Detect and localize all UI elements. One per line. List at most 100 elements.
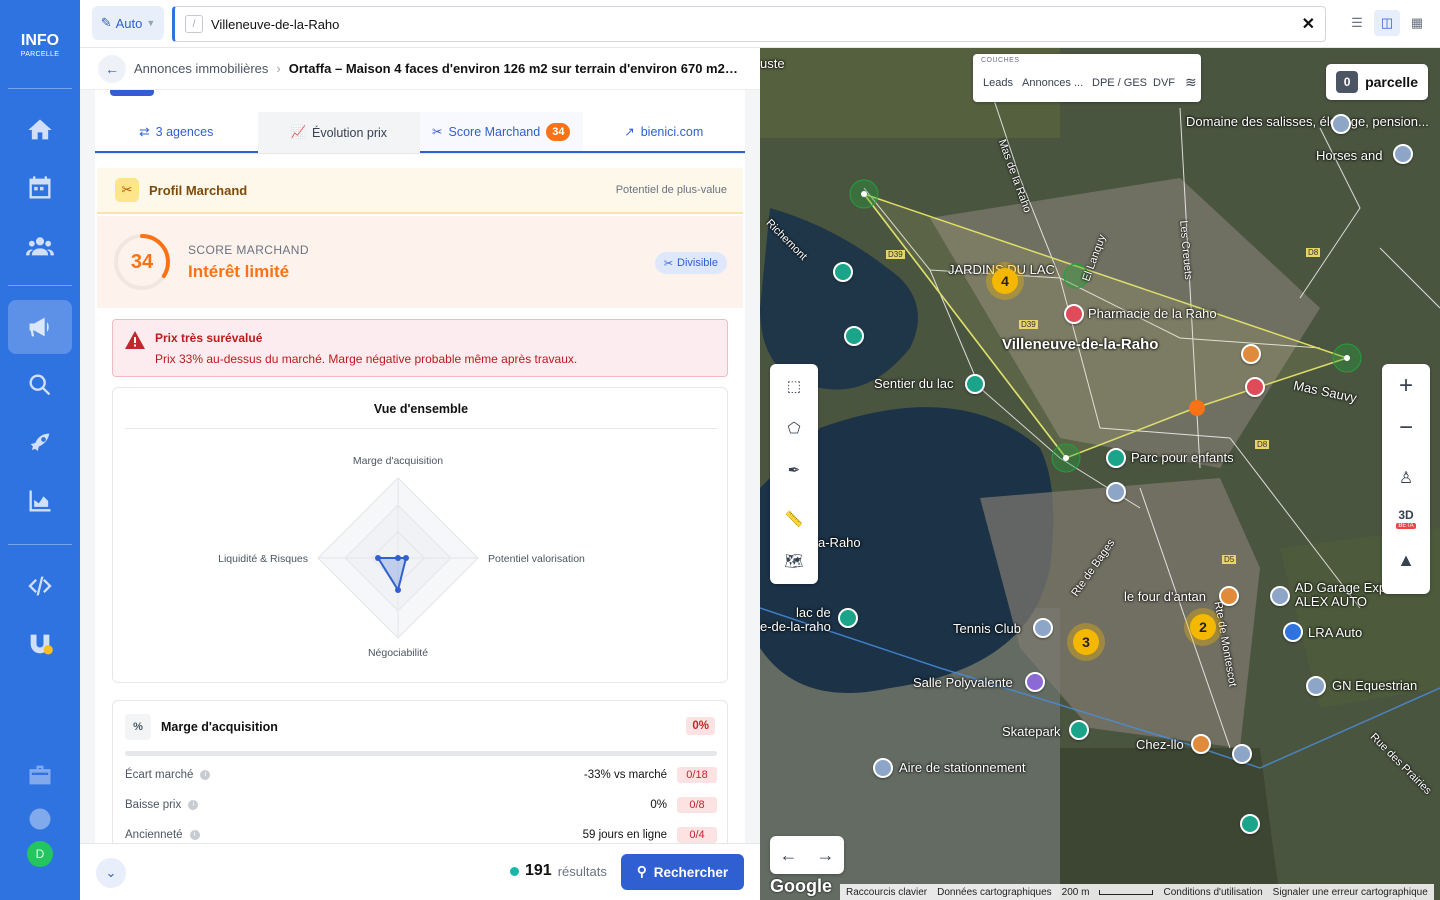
toolbox-nav-button[interactable] [8,755,72,795]
home-nav-button[interactable] [8,103,72,157]
layer-dpe[interactable]: DPE / GES [1092,77,1147,89]
slash-shortcut-icon: / [185,15,203,33]
ruler-icon[interactable]: 📏 [784,510,804,530]
map[interactable]: uste Domaine des salisses, élevage, pens… [760,48,1440,900]
hall-pin-icon[interactable] [1025,672,1045,692]
restaurant-pin-icon[interactable] [1232,744,1252,764]
layer-annonces[interactable]: Annonces ... [1022,77,1083,89]
tab-evolution-prix[interactable]: 📈 Évolution prix [257,112,420,153]
shop-pin-icon[interactable] [1245,377,1265,397]
sport-pin-icon[interactable] [1240,814,1260,834]
pegman-icon[interactable]: ♙ [1382,468,1430,488]
parcel-label: parcelle [1365,74,1418,90]
info-icon[interactable]: i [188,800,199,810]
pharmacy-pin-icon[interactable] [1064,304,1084,324]
api-nav-button[interactable] [8,559,72,613]
terrain-icon[interactable]: ▲ [1382,550,1430,571]
tennis-pin-icon[interactable] [1033,618,1053,638]
listing-cluster[interactable]: 3 [1073,629,1099,655]
draw-pen-icon[interactable]: ✒ [784,461,804,481]
keyboard-shortcuts-link[interactable]: Raccourcis clavier [846,887,927,898]
map-pin-icon[interactable] [1393,144,1413,164]
radar-point [375,555,381,561]
playground-pin-icon[interactable] [1106,448,1126,468]
info-icon[interactable]: i [189,830,200,840]
search-nav-button[interactable] [8,358,72,412]
arrow-right-icon[interactable]: → [817,845,835,866]
info-icon[interactable]: i [200,770,211,780]
garage-pin-icon[interactable] [1270,586,1290,606]
draw-polygon-icon[interactable]: ⬠ [784,419,804,439]
draw-rectangle-icon[interactable]: ⬚ [784,377,804,397]
listing-cluster[interactable]: 2 [1190,614,1216,640]
terms-link[interactable]: Conditions d'utilisation [1163,887,1262,898]
zoom-out-button[interactable]: − [1382,414,1430,442]
listing-cluster[interactable]: 4 [992,268,1018,294]
beta-badge: BETA [1396,523,1416,529]
layers-stack-icon[interactable]: ≋ [1185,74,1197,91]
layers-control: COUCHES Leads Annonces ... DPE / GES DVF… [973,54,1201,102]
tab-score-marchand[interactable]: ✂ Score Marchand 34 [420,112,583,153]
map-label: Pharmacie de la Raho [1088,306,1217,321]
lake-pin-icon[interactable] [838,608,858,628]
arrow-left-icon[interactable]: ← [780,845,798,866]
divider [8,285,72,286]
map-label: lac de [796,605,831,620]
tab-agences[interactable]: ⇄ 3 agences [95,112,258,153]
trail-pin-icon[interactable] [965,374,985,394]
map-label: Tennis Club [953,621,1021,636]
users-icon [26,237,54,256]
rocket-nav-button[interactable] [8,416,72,470]
calendar-nav-button[interactable] [8,161,72,215]
chevron-down-icon: ▼ [146,18,156,28]
row-value: 59 jours en ligne [582,829,667,841]
map-fold-icon[interactable]: 🗺 [784,552,804,572]
breadcrumb-parent[interactable]: Annonces immobilières [134,61,268,76]
school-pin-icon[interactable] [1106,482,1126,502]
list-view-icon[interactable]: ☰ [1344,10,1370,36]
marge-progress-bar [125,751,717,756]
auto-mode-button[interactable]: ✎ Auto ▼ [92,6,164,40]
search-icon: ⚲ [636,864,647,879]
app-logo[interactable]: INFO PARCELLE [21,33,59,62]
equestrian-pin-icon[interactable] [1306,676,1326,696]
search-button[interactable]: ⚲ Rechercher [621,854,744,890]
magnet-nav-button[interactable] [8,617,72,671]
results-count: 191 résultats [510,862,607,880]
chevron-down-icon[interactable]: ⌄ [96,858,126,888]
map-pin-icon[interactable] [1331,114,1351,134]
row-label: Écart marché [125,769,194,781]
restaurant-pin-icon[interactable] [1219,586,1239,606]
split-view-icon[interactable]: ◫ [1374,10,1400,36]
layer-dvf[interactable]: DVF [1153,77,1175,89]
team-nav-button[interactable] [8,219,72,273]
address-search-input[interactable]: / Villeneuve-de-la-Raho ✕ [172,6,1326,42]
report-error-link[interactable]: Signaler une erreur cartographique [1273,887,1428,898]
row-value: -33% vs marché [583,769,667,781]
skatepark-pin-icon[interactable] [1069,720,1089,740]
user-avatar[interactable]: D [27,841,53,867]
stats-nav-button[interactable] [8,474,72,528]
car-pin-icon[interactable] [1283,622,1303,642]
auto-label: Auto [115,15,143,31]
park-pin-icon[interactable] [844,326,864,346]
parking-pin-icon[interactable] [833,262,853,282]
parking-pin-icon[interactable] [873,758,893,778]
parcel-counter[interactable]: 0 parcelle [1326,64,1428,100]
results-label: résultats [557,863,607,879]
back-arrow-icon[interactable]: ← [98,54,126,83]
annonces-nav-button[interactable] [8,300,72,354]
marge-header: % Marge d'acquisition [125,714,278,740]
restaurant-pin-icon[interactable] [1241,344,1261,364]
map-label: Parc pour enfants [1131,450,1234,465]
marge-row: Baisse prix i 0% 0/8 [125,796,717,814]
clear-search-icon[interactable]: ✕ [1302,14,1315,34]
layer-leads[interactable]: Leads [983,77,1013,89]
help-nav-button[interactable] [8,799,72,839]
map-data-link[interactable]: Données cartographiques [937,887,1052,898]
tab-bienici[interactable]: ↗ bienici.com [582,112,745,153]
restaurant-pin-icon[interactable] [1191,734,1211,754]
map-view-icon[interactable]: ▦ [1404,10,1430,36]
zoom-in-button[interactable]: + [1382,372,1430,400]
3d-button[interactable]: 3D [1382,508,1430,522]
